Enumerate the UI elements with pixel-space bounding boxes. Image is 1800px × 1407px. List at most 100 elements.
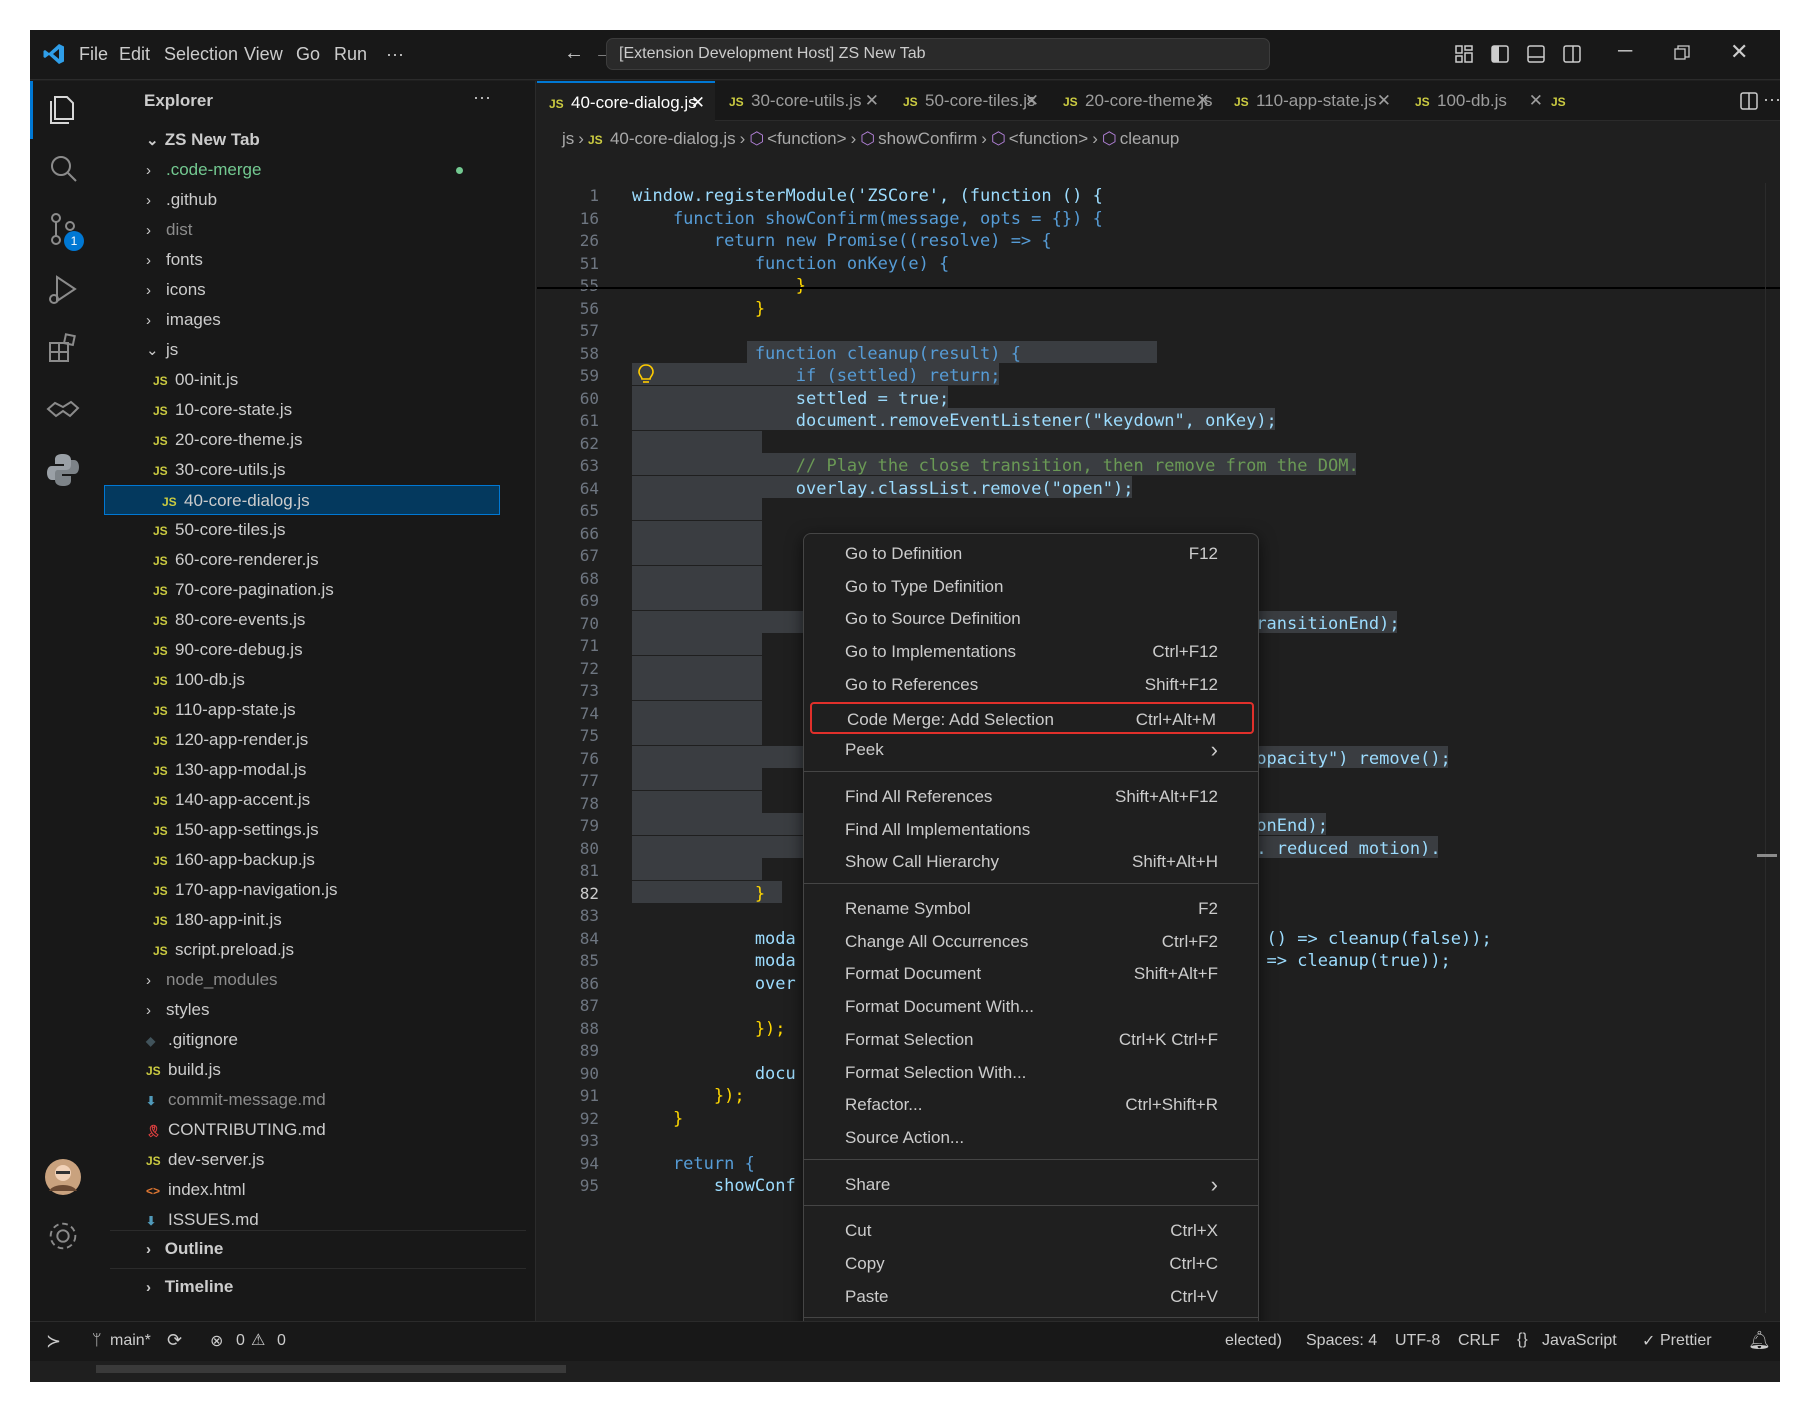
tree-item[interactable]: <> index.html (136, 1175, 510, 1205)
close-icon[interactable]: ✕ (691, 83, 705, 123)
tree-item[interactable]: JS 80-core-events.js (143, 605, 510, 635)
menu-item-copy[interactable]: Copy Ctrl+C (810, 1248, 1254, 1280)
tree-item[interactable]: JS 60-core-renderer.js (143, 545, 510, 575)
tree-item[interactable]: JS 90-core-debug.js (143, 635, 510, 665)
tree-item[interactable]: JS 180-app-init.js (143, 905, 510, 935)
tree-item[interactable]: JS script.preload.js (143, 935, 510, 965)
close-icon[interactable]: ✕ (865, 81, 879, 121)
close-window-icon[interactable]: ✕ (1730, 39, 1748, 65)
menu-5[interactable]: Go (296, 44, 320, 65)
menu-item-rename-symbol[interactable]: Rename Symbol F2 (810, 893, 1254, 925)
tab-50-core-tiles-js[interactable]: JS 50-core-tiles.js ✕ (891, 81, 1049, 121)
tree-item[interactable]: › images (136, 305, 510, 335)
tree-item[interactable]: JS build.js (136, 1055, 510, 1085)
menu-item-show-call-hierarchy[interactable]: Show Call Hierarchy Shift+Alt+H (810, 846, 1254, 878)
breadcrumb-item[interactable]: <function> (767, 129, 846, 148)
more-actions-icon[interactable]: ··· (473, 87, 491, 108)
remote-icon[interactable]: ≻ (46, 1331, 61, 1352)
tab-20-core-theme-js[interactable]: JS 20-core-theme.js ✕ (1051, 81, 1220, 121)
tree-item[interactable]: ⬇ commit-message.md (136, 1085, 510, 1115)
minimize-icon[interactable]: ─ (1618, 40, 1632, 63)
branch-label[interactable]: main* (110, 1332, 151, 1350)
menu-7[interactable]: ··· (386, 44, 404, 65)
tree-item[interactable]: JS 10-core-state.js (143, 395, 510, 425)
tree-item[interactable]: JS 160-app-backup.js (143, 845, 510, 875)
tree-item[interactable]: JS 140-app-accent.js (143, 785, 510, 815)
selection-status[interactable]: elected) (1225, 1332, 1282, 1350)
back-icon[interactable]: ← (564, 42, 584, 65)
menu-2[interactable]: Edit (119, 44, 150, 65)
menu-item-format-document-with[interactable]: Format Document With... (810, 991, 1254, 1023)
python-icon[interactable] (43, 449, 83, 489)
tree-item[interactable]: JS 110-app-state.js (143, 695, 510, 725)
tree-item[interactable]: › styles (136, 995, 510, 1025)
menu-item-change-all-occurrences[interactable]: Change All Occurrences Ctrl+F2 (810, 926, 1254, 958)
command-center-search[interactable]: [Extension Development Host] ZS New Tab (606, 38, 1270, 70)
breadcrumb-item[interactable]: showConfirm (878, 129, 977, 148)
tree-item[interactable]: JS 100-db.js (143, 665, 510, 695)
workspace-root[interactable]: ⌄ ZS New Tab (146, 125, 260, 155)
tree-item[interactable]: ◆ .gitignore (136, 1025, 510, 1055)
extensions-icon[interactable] (43, 329, 83, 369)
horizontal-scroll-thumb[interactable] (96, 1365, 566, 1373)
editor-more-icon[interactable]: ··· (1763, 89, 1780, 110)
tree-item[interactable]: › node_modules (136, 965, 510, 995)
warning-count[interactable]: 0 (277, 1332, 286, 1350)
breadcrumb-item[interactable]: <function> (1009, 129, 1088, 148)
tree-item[interactable]: JS 50-core-tiles.js (143, 515, 510, 545)
toggle-panel-icon[interactable] (1526, 44, 1546, 64)
menu-item-go-to-type-definition[interactable]: Go to Type Definition (810, 571, 1254, 603)
breadcrumb-item[interactable]: cleanup (1120, 129, 1180, 148)
menu-item-refactor[interactable]: Refactor... Ctrl+Shift+R (810, 1089, 1254, 1121)
menu-4[interactable]: View (244, 44, 283, 65)
timeline-section[interactable]: › Timeline (146, 1272, 233, 1302)
menu-item-share[interactable]: Share › (810, 1169, 1254, 1201)
menu-item-go-to-source-definition[interactable]: Go to Source Definition (810, 603, 1254, 635)
encoding-status[interactable]: UTF-8 (1395, 1332, 1440, 1350)
menu-item-go-to-implementations[interactable]: Go to Implementations Ctrl+F12 (810, 636, 1254, 668)
search-icon[interactable] (43, 149, 83, 189)
language-status[interactable]: JavaScript (1542, 1332, 1617, 1350)
close-icon[interactable]: ✕ (1529, 81, 1543, 121)
bell-icon[interactable]: 🔔︎ (1748, 1330, 1771, 1351)
breadcrumb-item[interactable]: js (562, 129, 574, 148)
close-icon[interactable]: ✕ (1025, 81, 1039, 121)
tree-item[interactable]: JS 170-app-navigation.js (143, 875, 510, 905)
tree-item[interactable]: JS dev-server.js (136, 1145, 510, 1175)
breadcrumb-item[interactable]: 40-core-dialog.js (610, 129, 736, 148)
menu-item-go-to-definition[interactable]: Go to Definition F12 (810, 538, 1254, 570)
settings-gear-icon[interactable] (44, 1217, 82, 1255)
outline-section[interactable]: › Outline (146, 1234, 223, 1264)
menu-1[interactable]: File (79, 44, 108, 65)
split-editor-icon[interactable] (1739, 91, 1759, 111)
indentation-status[interactable]: Spaces: 4 (1306, 1332, 1377, 1350)
close-icon[interactable]: ✕ (1377, 81, 1391, 121)
menu-item-format-document[interactable]: Format Document Shift+Alt+F (810, 958, 1254, 990)
avatar[interactable] (43, 1157, 83, 1197)
menu-item-cut[interactable]: Cut Ctrl+X (810, 1215, 1254, 1247)
tree-item[interactable]: JS 20-core-theme.js (143, 425, 510, 455)
tree-item[interactable]: › .github (136, 185, 510, 215)
menu-6[interactable]: Run (334, 44, 367, 65)
menu-item-code-merge-add-selection[interactable]: Code Merge: Add Selection Ctrl+Alt+M (810, 701, 1254, 734)
tree-item[interactable]: JS 30-core-utils.js (143, 455, 510, 485)
tree-item[interactable]: › dist (136, 215, 510, 245)
menu-item-format-selection[interactable]: Format Selection Ctrl+K Ctrl+F (810, 1024, 1254, 1056)
tab-110-app-state-js[interactable]: JS 110-app-state.js ✕ (1222, 81, 1401, 121)
handshake-icon[interactable] (43, 389, 83, 429)
toggle-sidebar-icon[interactable] (1490, 44, 1510, 64)
menu-item-paste[interactable]: Paste Ctrl+V (810, 1281, 1254, 1313)
tab-40-core-dialog-js[interactable]: JS 40-core-dialog.js ✕ (537, 81, 715, 121)
tree-item[interactable]: › .code-merge (136, 155, 510, 185)
restore-icon[interactable] (1674, 45, 1690, 61)
tree-item[interactable]: JS 130-app-modal.js (143, 755, 510, 785)
lightbulb-icon[interactable] (638, 364, 654, 386)
scrollbar-slider[interactable] (1757, 854, 1777, 857)
tab-30-core-utils-js[interactable]: JS 30-core-utils.js ✕ (717, 81, 889, 121)
menu-item-peek[interactable]: Peek › (810, 734, 1254, 766)
tab-100-db-js[interactable]: JS 100-db.js ✕ (1403, 81, 1553, 121)
menu-item-find-all-references[interactable]: Find All References Shift+Alt+F12 (810, 781, 1254, 813)
close-icon[interactable]: ✕ (1196, 81, 1210, 121)
explorer-icon[interactable] (43, 89, 83, 129)
menu-item-format-selection-with[interactable]: Format Selection With... (810, 1057, 1254, 1089)
